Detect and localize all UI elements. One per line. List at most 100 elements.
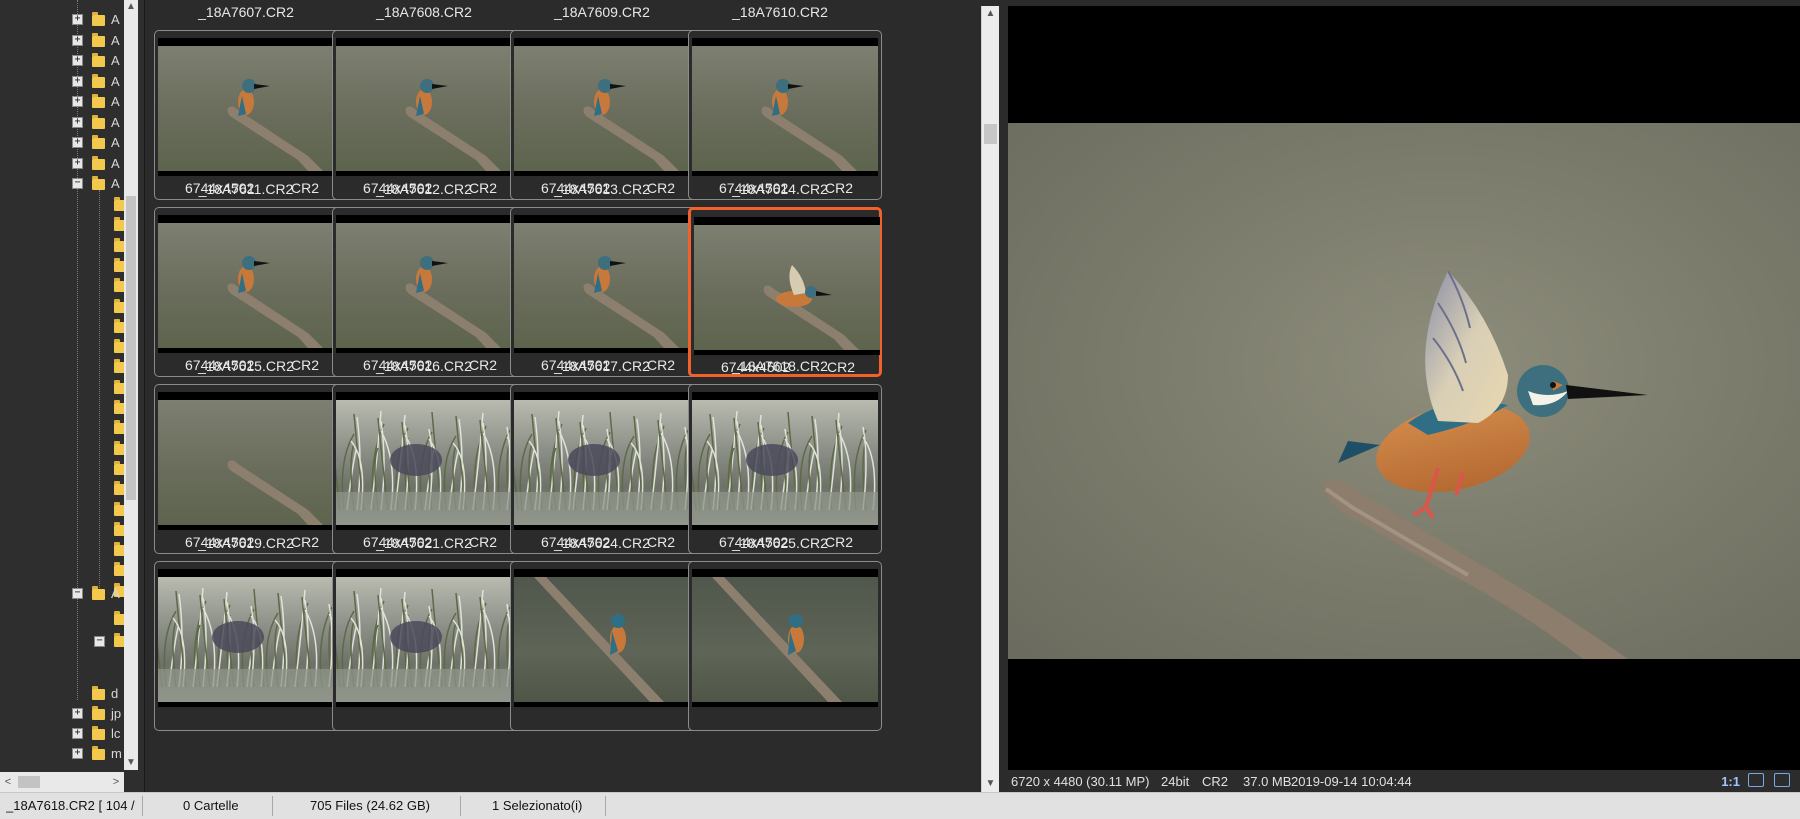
tree-item-label: A <box>111 73 120 89</box>
collapse-icon[interactable]: − <box>72 178 83 189</box>
thumbnail-picture <box>158 223 344 348</box>
tree-item-label: jp <box>111 706 122 721</box>
expand-icon[interactable]: + <box>72 157 83 169</box>
status-bar: _18A7618.CR2 [ 104 / 0 Cartelle 705 File… <box>0 792 1800 819</box>
thumbnail-frame[interactable]: 6744x4502 CR2 <box>510 30 704 200</box>
thumbnail-image-area <box>336 38 522 176</box>
scroll-up-arrow[interactable]: ▲ <box>982 6 999 22</box>
thumbnail-image-area <box>336 215 522 353</box>
tree-item[interactable]: + lc <box>0 724 124 742</box>
folder-tree[interactable]: + A + A + A + A + A + A + A + A − A − Ad + jp + lc + m − ▲ ▼ < > <box>0 0 145 792</box>
tree-item[interactable]: − A <box>0 174 124 192</box>
tree-item[interactable]: d <box>0 684 124 702</box>
thumbnail-frame[interactable]: 6744x4502 CR2 <box>688 207 882 377</box>
collapse-icon[interactable]: − <box>94 636 105 647</box>
expand-icon[interactable]: + <box>72 14 83 25</box>
expand-icon[interactable]: + <box>72 116 83 128</box>
thumbnail-picture <box>692 400 878 525</box>
tree-item[interactable]: + m <box>0 744 124 762</box>
expand-icon[interactable]: + <box>72 96 83 107</box>
tree-horizontal-scrollbar[interactable]: < > <box>0 772 124 792</box>
thumbnail-picture <box>336 46 522 171</box>
thumbnail-frame[interactable]: 6744x4502 CR2 <box>332 384 526 554</box>
grid-vertical-scrollbar[interactable]: ▲ ▼ <box>981 6 999 792</box>
folder-icon <box>92 53 105 67</box>
thumbnail-filename: _18A7616.CR2 <box>376 358 472 374</box>
scrollbar-thumb[interactable] <box>126 196 136 500</box>
tree-item[interactable]: − A <box>0 584 124 602</box>
thumbnail-grid[interactable]: _18A7607.CR2 6744x4502 CR2 _18A7608.CR2 6744… <box>148 0 982 792</box>
expand-icon[interactable]: + <box>72 708 83 719</box>
fit-window-icon[interactable] <box>1748 773 1764 787</box>
scrollbar-thumb[interactable] <box>984 124 997 144</box>
status-current-file: _18A7618.CR2 [ 104 / <box>6 798 135 813</box>
thumbnail-image <box>405 256 501 348</box>
expand-icon[interactable]: + <box>72 55 83 66</box>
scroll-right-arrow[interactable]: > <box>108 772 124 792</box>
tree-item[interactable]: + A <box>0 113 124 131</box>
scroll-down-arrow[interactable]: ▼ <box>124 756 138 770</box>
expand-icon[interactable]: + <box>72 34 83 46</box>
expand-icon[interactable]: + <box>72 137 83 148</box>
thumbnail-frame[interactable] <box>510 561 704 731</box>
thumbnail-frame[interactable]: 6744x4502 CR2 <box>154 207 348 377</box>
tree-item[interactable]: + A <box>0 92 124 110</box>
thumbnail-image <box>336 410 522 525</box>
tree-item[interactable]: + A <box>0 154 124 172</box>
thumbnail-frame[interactable]: 6744x4502 CR2 <box>688 30 882 200</box>
thumbnail-frame[interactable]: 6744x4502 CR2 <box>154 384 348 554</box>
thumbnail-filename: _18A7609.CR2 <box>554 4 650 20</box>
folder-icon <box>92 706 105 720</box>
tree-item[interactable]: + jp <box>0 704 124 722</box>
thumbnail-image-area <box>158 38 344 176</box>
scroll-left-arrow[interactable]: < <box>0 772 16 792</box>
thumbnail-image <box>405 79 501 171</box>
zoom-1to1-button[interactable]: 1:1 <box>1721 774 1740 789</box>
info-dimensions: 6720 x 4480 (30.11 MP) <box>1011 774 1150 789</box>
thumbnail-picture <box>336 223 522 348</box>
tree-item-label: A <box>111 12 120 27</box>
thumbnail-frame[interactable]: 6744x4502 CR2 <box>688 384 882 554</box>
thumbnail-image <box>158 587 344 702</box>
collapse-icon[interactable]: − <box>72 588 83 599</box>
scrollbar-thumb[interactable] <box>18 776 40 788</box>
thumbnail-frame[interactable] <box>688 561 882 731</box>
status-selected: 1 Selezionato(i) <box>492 798 583 813</box>
tree-item-label: A <box>111 135 120 150</box>
thumbnail-picture <box>514 577 700 702</box>
thumbnail-frame[interactable]: 6744x4502 CR2 <box>332 207 526 377</box>
thumbnail-filename: _18A7618.CR2 <box>732 358 828 374</box>
thumbnail-filename: _18A7617.CR2 <box>554 358 650 374</box>
thumbnail-picture <box>336 577 522 702</box>
info-datetime: 2019-09-14 10:04:44 <box>1291 774 1412 789</box>
thumbnail-image-area <box>692 569 878 707</box>
thumbnail-frame[interactable]: 6744x4502 CR2 <box>332 30 526 200</box>
scroll-down-arrow[interactable]: ▼ <box>982 776 999 792</box>
expand-icon[interactable]: + <box>72 728 83 739</box>
thumbnail-frame[interactable] <box>154 561 348 731</box>
thumbnail-frame[interactable]: 6744x4502 CR2 <box>510 207 704 377</box>
scroll-up-arrow[interactable]: ▲ <box>124 0 138 14</box>
thumbnail-filename: _18A7625.CR2 <box>732 535 828 551</box>
thumbnail-image-area <box>692 38 878 176</box>
fullscreen-icon[interactable] <box>1774 773 1790 787</box>
thumbnail-frame[interactable] <box>332 561 526 731</box>
tree-item[interactable]: + A <box>0 10 124 28</box>
tree-vertical-scrollbar[interactable]: ▲ ▼ <box>124 0 138 770</box>
thumbnail-image-area <box>694 217 880 355</box>
thumbnail-frame[interactable]: 6744x4502 CR2 <box>154 30 348 200</box>
tree-item[interactable]: + A <box>0 133 124 151</box>
expand-icon[interactable]: + <box>72 748 83 759</box>
tree-item[interactable]: + A <box>0 31 124 49</box>
tree-item-label: A <box>111 586 120 601</box>
thumbnail-picture <box>514 223 700 348</box>
thumbnail-filename: _18A7612.CR2 <box>376 181 472 197</box>
tree-item[interactable]: + A <box>0 51 124 69</box>
folder-icon <box>92 114 105 129</box>
expand-icon[interactable]: + <box>72 75 83 87</box>
tree-item[interactable]: + A <box>0 72 124 90</box>
thumbnail-frame[interactable]: 6744x4502 CR2 <box>510 384 704 554</box>
thumbnail-image <box>712 577 842 702</box>
thumbnail-image-area <box>158 215 344 353</box>
image-preview[interactable] <box>1008 6 1800 770</box>
